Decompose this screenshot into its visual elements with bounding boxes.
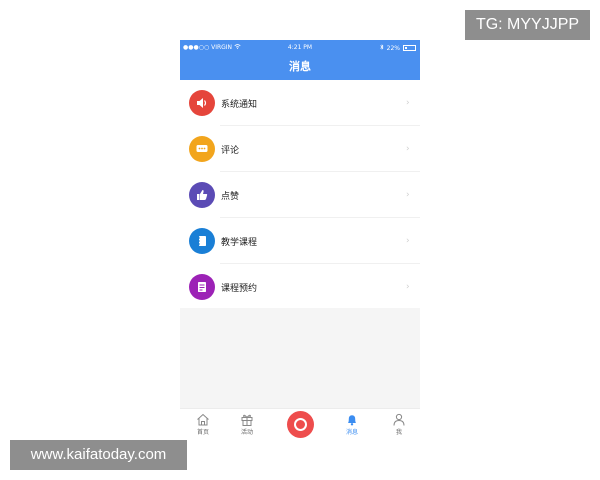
tab-bar: 首页 活动 消息 我 (180, 408, 420, 440)
list-item-likes[interactable]: 点赞 › (180, 172, 420, 218)
message-list: 系统通知 › 评论 › 点赞 › 教学课程 › 课程预约 › (180, 80, 420, 308)
chevron-right-icon: › (406, 282, 410, 292)
center-action-button[interactable] (287, 411, 314, 438)
list-item-label: 点赞 (221, 191, 240, 202)
phone-screen: ●●●○○ VIRGIN 4:21 PM 22% 消息 系统通知 › 评论 › … (180, 40, 420, 440)
tab-label: 我 (395, 429, 402, 436)
list-item-label: 评论 (221, 145, 240, 156)
thumbs-up-icon (189, 182, 215, 208)
list-item-system-notice[interactable]: 系统通知 › (180, 80, 420, 126)
list-item-courses[interactable]: 教学课程 › (180, 218, 420, 264)
chevron-right-icon: › (406, 144, 410, 154)
home-icon (183, 409, 223, 427)
status-bar: ●●●○○ VIRGIN 4:21 PM 22% (180, 40, 420, 54)
chevron-right-icon: › (406, 190, 410, 200)
tab-label: 首页 (196, 429, 209, 436)
list-item-comments[interactable]: 评论 › (180, 126, 420, 172)
battery-fill (405, 47, 407, 49)
book-icon (189, 228, 215, 254)
chevron-right-icon: › (406, 236, 410, 246)
list-item-label: 系统通知 (221, 99, 258, 110)
tab-activity[interactable]: 活动 (227, 409, 267, 440)
bell-icon (332, 409, 372, 427)
user-icon (379, 409, 419, 427)
tab-label: 活动 (240, 429, 253, 436)
battery-icon (403, 45, 416, 51)
bluetooth-icon (379, 44, 384, 52)
chevron-right-icon: › (406, 98, 410, 108)
list-item-label: 课程预约 (221, 283, 258, 294)
battery-percent: 22% (386, 44, 400, 52)
list-item-label: 教学课程 (221, 237, 258, 248)
circle-icon (294, 418, 307, 431)
watermark-top: TG: MYYJJPP (465, 10, 590, 40)
gift-icon (227, 409, 267, 427)
comment-icon (189, 136, 215, 162)
page-title: 消息 (289, 60, 311, 73)
page: TG: MYYJJPP ●●●○○ VIRGIN 4:21 PM 22% 消息 … (0, 0, 600, 480)
tab-label: 消息 (345, 429, 358, 436)
tab-messages[interactable]: 消息 (332, 409, 372, 440)
list-item-course-booking[interactable]: 课程预约 › (180, 264, 420, 310)
tab-me[interactable]: 我 (379, 409, 419, 440)
speaker-icon (189, 90, 215, 116)
tab-home[interactable]: 首页 (183, 409, 223, 440)
top-bar: ●●●○○ VIRGIN 4:21 PM 22% 消息 (180, 40, 420, 80)
watermark-bottom: www.kaifatoday.com (10, 440, 187, 470)
calendar-icon (189, 274, 215, 300)
